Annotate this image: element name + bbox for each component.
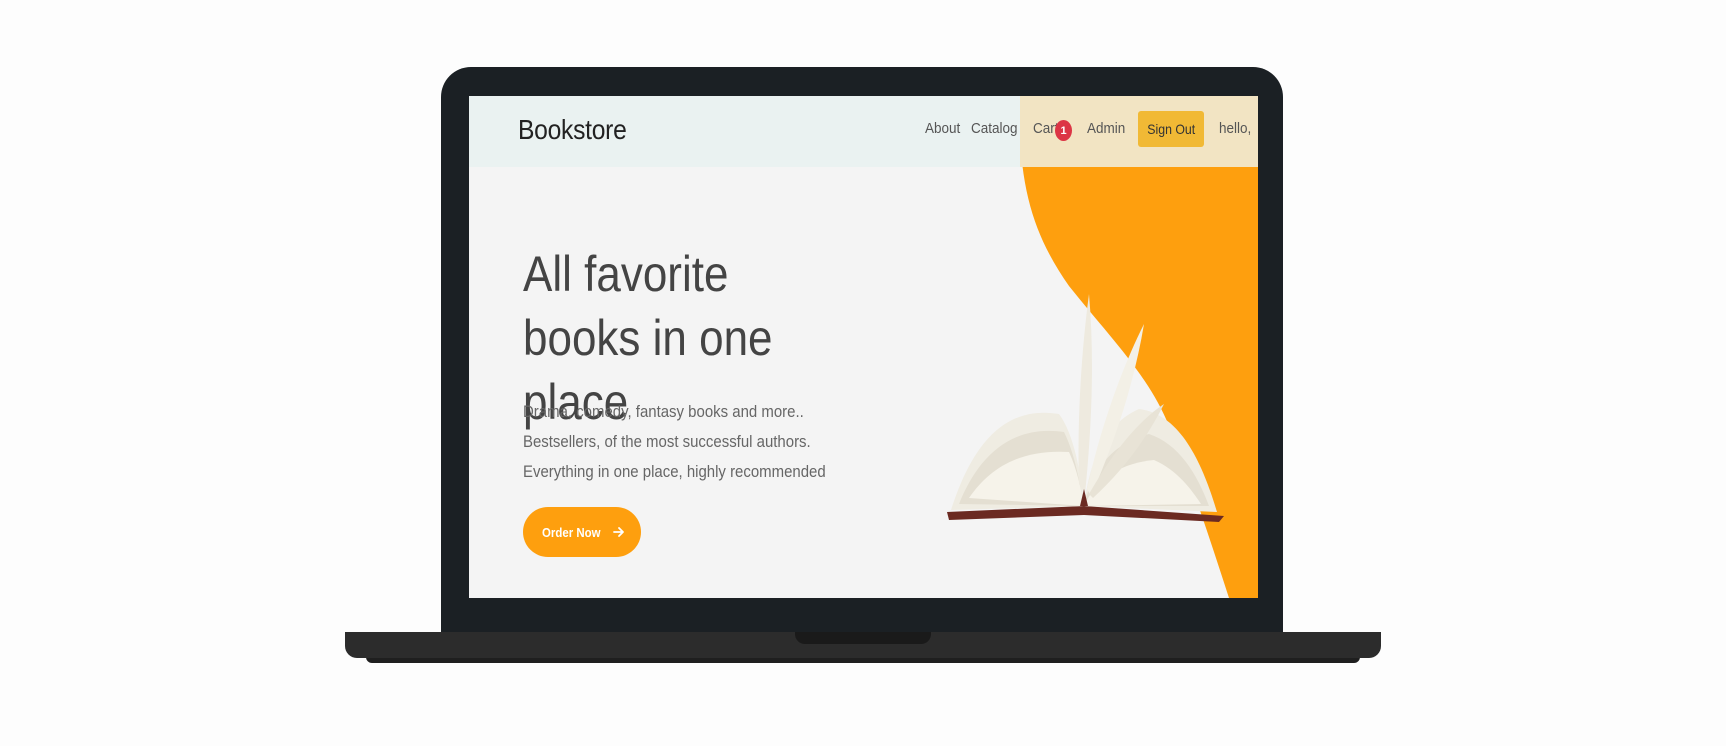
hero-line: Everything in one place, highly recommen… — [523, 462, 826, 481]
brand-logo[interactable]: Bookstore — [518, 114, 627, 146]
hero-line: Bestsellers, of the most successful auth… — [523, 432, 811, 451]
sign-out-label: Sign Out — [1147, 121, 1195, 137]
order-now-button[interactable]: Order Now — [523, 507, 641, 557]
greeting-text: hello, — [1219, 120, 1252, 137]
sign-out-button[interactable]: Sign Out — [1138, 111, 1204, 147]
laptop-notch — [795, 632, 931, 644]
nav-link-catalog[interactable]: Catalog — [971, 120, 1018, 137]
nav-link-about[interactable]: About — [925, 120, 960, 137]
arrow-right-icon — [613, 527, 625, 537]
order-now-label: Order Now — [541, 524, 601, 540]
nav-link-admin[interactable]: Admin — [1087, 120, 1125, 137]
hero-line: Drama, comedy, fantasy books and more.. — [523, 402, 804, 421]
laptop-screen: Bookstore About Catalog Cart 1 Admin Sig… — [469, 96, 1258, 598]
open-book-illustration — [947, 294, 1224, 522]
cart-count-badge: 1 — [1055, 120, 1072, 141]
